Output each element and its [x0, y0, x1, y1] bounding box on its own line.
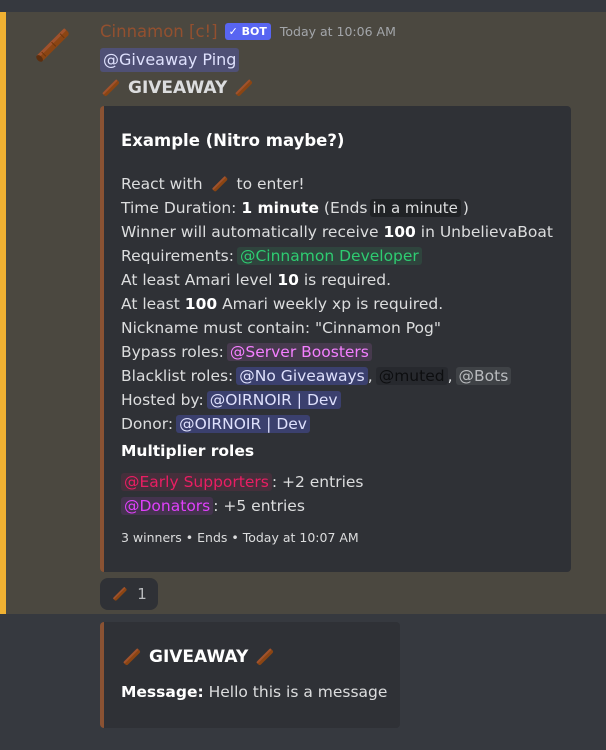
role-mention-server-boosters[interactable]: @Server Boosters	[226, 343, 372, 361]
hosted-line: Hosted by: @OIRNOIR | Dev	[121, 389, 341, 411]
embed2-message: Message: Hello this is a message	[121, 683, 387, 701]
message-header: Cinnamon [c!] ✓ BOT Today at 10:06 AM	[100, 19, 396, 43]
role-mention-no-giveaways[interactable]: @No Giveaways	[236, 367, 368, 385]
react-text: React with	[121, 175, 203, 193]
reaction-count: 1	[137, 585, 147, 603]
ping-line: @Giveaway Ping	[100, 47, 240, 73]
amari-xp-value: 100	[184, 295, 218, 313]
avatar[interactable]	[30, 22, 76, 68]
cinnamon-stick-icon	[36, 28, 69, 62]
multiplier-heading: Multiplier roles	[121, 442, 255, 460]
message-label: Message:	[121, 683, 204, 701]
message-text: Hello this is a message	[208, 683, 388, 701]
amari-xp-line: At least 100 Amari weekly xp is required…	[121, 293, 443, 315]
giveaway-heading: GIVEAWAY	[100, 76, 255, 100]
amari-level-text: At least Amari level	[121, 271, 273, 289]
amari-xp-text: At least	[121, 295, 180, 313]
multiplier-entries: : +5 entries	[213, 497, 305, 515]
amari-level-value: 10	[277, 271, 299, 289]
nickname-line: Nickname must contain: "Cinnamon Pog"	[121, 319, 441, 337]
giveaway-ping-mention[interactable]: @Giveaway Ping	[100, 48, 240, 72]
role-mention-donators[interactable]: @Donators	[121, 497, 214, 515]
requirements-line: Requirements: @Cinnamon Developer	[121, 245, 422, 267]
timestamp[interactable]: Today at 10:06 AM	[280, 24, 396, 39]
duration-label: Time Duration:	[121, 199, 237, 217]
react-line: React with to enter!	[121, 173, 305, 195]
winner-amount: 100	[383, 223, 416, 241]
multiplier-row: @Early Supporters: +2 entries	[121, 471, 363, 493]
embed-title: Example (Nitro maybe?)	[121, 131, 345, 150]
user-mention-host[interactable]: @OIRNOIR | Dev	[206, 391, 341, 409]
cinnamon-stick-icon	[123, 648, 141, 666]
giveaway-embed: Example (Nitro maybe?) React with to ent…	[100, 106, 571, 572]
role-mention-bots[interactable]: @Bots	[455, 367, 512, 385]
embed2-title: GIVEAWAY	[121, 646, 276, 668]
winner-line: Winner will automatically receive 100 in…	[121, 221, 553, 243]
role-mention-cinnamon-developer[interactable]: @Cinnamon Developer	[236, 247, 422, 265]
message-embed: GIVEAWAY Message: Hello this is a messag…	[100, 622, 400, 728]
amari-level-line: At least Amari level 10 is required.	[121, 269, 391, 291]
reaction-button[interactable]: 1	[100, 578, 158, 610]
amari-level-text-end: is required.	[303, 271, 392, 289]
bypass-label: Bypass roles:	[121, 343, 224, 361]
donor-line: Donor: @OIRNOIR | Dev	[121, 413, 310, 435]
cinnamon-stick-icon	[102, 79, 120, 97]
duration-ends-text: (Ends	[323, 199, 368, 217]
duration-value: 1 minute	[241, 199, 319, 217]
mention-highlight-bar	[0, 12, 6, 614]
role-mention-muted[interactable]: @muted	[375, 367, 448, 385]
author-name[interactable]: Cinnamon [c!]	[100, 22, 218, 41]
embed-footer: 3 winners • Ends • Today at 10:07 AM	[121, 530, 359, 545]
donor-label: Donor:	[121, 415, 174, 433]
blacklist-line: Blacklist roles: @No Giveaways, @muted, …	[121, 365, 512, 387]
requirements-label: Requirements:	[121, 247, 234, 265]
role-mention-early-supporters[interactable]: @Early Supporters	[121, 473, 272, 491]
bypass-line: Bypass roles: @Server Boosters	[121, 341, 372, 363]
giveaway-heading-text: GIVEAWAY	[128, 78, 228, 98]
hosted-label: Hosted by:	[121, 391, 204, 409]
winner-text-end: in UnbelievaBoat	[420, 223, 553, 241]
cinnamon-stick-icon	[211, 176, 227, 192]
multiplier-entries: : +2 entries	[271, 473, 364, 491]
cinnamon-stick-icon	[235, 79, 253, 97]
user-mention-donor[interactable]: @OIRNOIR | Dev	[176, 415, 310, 433]
duration-inline-code: in a minute	[369, 199, 461, 217]
winner-text: Winner will automatically receive	[121, 223, 379, 241]
multiplier-row: @Donators: +5 entries	[121, 495, 305, 517]
duration-line: Time Duration: 1 minute (Ends in a minute…	[121, 197, 469, 219]
bot-tag: ✓ BOT	[224, 22, 271, 40]
blacklist-label: Blacklist roles:	[121, 367, 234, 385]
cinnamon-stick-icon	[113, 587, 127, 601]
amari-xp-text-end: Amari weekly xp is required.	[222, 295, 444, 313]
embed2-title-text: GIVEAWAY	[149, 647, 249, 667]
react-text-end: to enter!	[236, 175, 305, 193]
duration-close-paren: )	[462, 199, 469, 217]
cinnamon-stick-icon	[256, 648, 274, 666]
